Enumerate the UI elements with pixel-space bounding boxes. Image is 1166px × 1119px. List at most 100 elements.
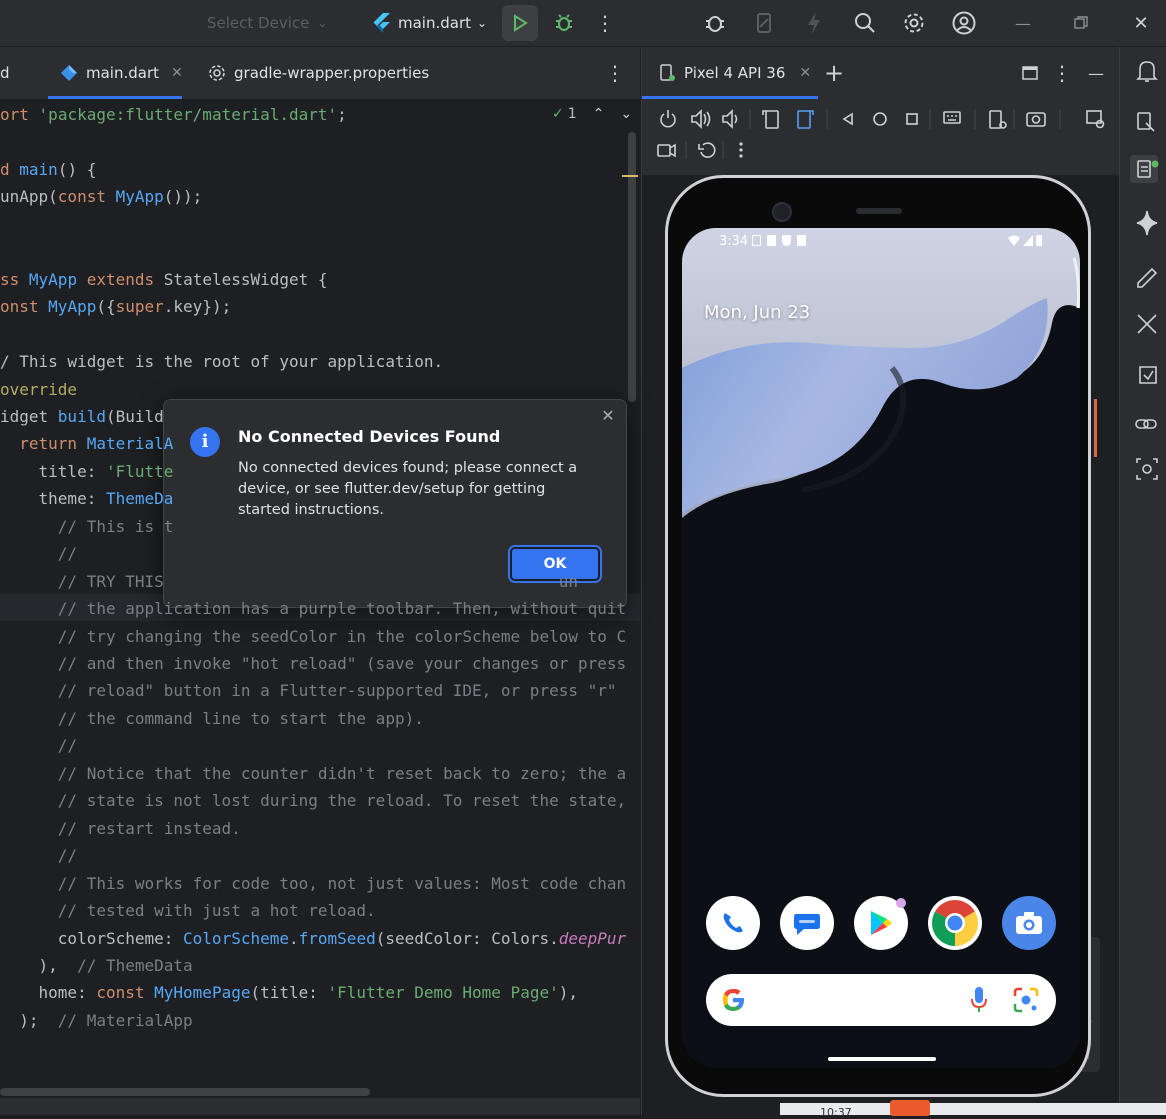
code-line: ); // MaterialApp <box>0 1010 193 1030</box>
device-file-button[interactable] <box>752 5 776 41</box>
hide-panel-button[interactable]: — <box>1084 55 1108 91</box>
reset-icon[interactable] <box>698 142 716 158</box>
tab-main-label: main.dart <box>86 64 160 82</box>
camera-icon <box>1016 912 1042 934</box>
gesture-nav-bar[interactable] <box>828 1057 936 1061</box>
panel-resize-handle[interactable] <box>1094 399 1097 457</box>
device-settings-icon[interactable] <box>989 110 1007 129</box>
panel-options-button[interactable]: ⋮ <box>1052 55 1072 91</box>
bug-icon <box>556 14 572 31</box>
close-tab-icon[interactable]: ✕ <box>799 65 811 81</box>
select-device-dropdown[interactable]: Select Device ⌄ <box>207 0 327 46</box>
edit-icon[interactable] <box>1137 267 1158 288</box>
code-line: ss MyApp extends StatelessWidget { <box>0 269 328 289</box>
code-line: onst MyApp({super.key}); <box>0 297 232 317</box>
close-dialog-button[interactable]: ✕ <box>598 406 618 426</box>
play-store-app-icon[interactable] <box>854 896 908 950</box>
account-button[interactable] <box>949 5 979 41</box>
link-icon[interactable] <box>1135 419 1157 429</box>
running-indicator-dot <box>1151 160 1159 168</box>
chrome-icon <box>932 900 978 946</box>
sim-icon <box>767 235 776 246</box>
code-line: idget build(Build <box>0 406 164 426</box>
run-config-dropdown[interactable]: main.dart ⌄ <box>372 0 487 46</box>
taskbar-app-icon[interactable] <box>890 1100 930 1116</box>
power-icon[interactable] <box>660 110 676 128</box>
phone-icon <box>723 913 743 933</box>
attach-debugger-button[interactable] <box>700 5 730 41</box>
scrollbar-horizontal[interactable] <box>0 1088 370 1096</box>
run-config-label: main.dart <box>398 14 472 32</box>
scrollbar-vertical[interactable] <box>628 132 636 402</box>
device-manager-icon[interactable] <box>1137 112 1155 132</box>
window-mode-button[interactable] <box>1018 55 1042 91</box>
chevron-down-icon: ⌄ <box>317 16 328 30</box>
app-inspection-icon[interactable] <box>1139 366 1157 384</box>
lens-icon[interactable] <box>1012 986 1040 1014</box>
overview-icon[interactable] <box>906 113 918 125</box>
add-device-button[interactable]: + <box>822 55 846 91</box>
tab-partial[interactable]: d <box>0 47 10 99</box>
notifications-icon[interactable] <box>1136 61 1158 82</box>
screen-search-icon[interactable] <box>1086 110 1105 129</box>
flutter-icon <box>373 13 390 33</box>
screenshot-icon <box>752 235 761 246</box>
microphone-icon[interactable] <box>970 986 988 1014</box>
inspection-widget[interactable]: ✓ 1 ⌃ ⌄ <box>552 106 632 122</box>
code-editor[interactable]: ✓ 1 ⌃ ⌄ ort 'package:flutter/material.da… <box>0 100 640 1115</box>
code-line: // restart instead. <box>57 818 241 838</box>
camera-app-icon[interactable] <box>1002 896 1056 950</box>
google-search-bar[interactable] <box>706 974 1056 1026</box>
restore-button[interactable] <box>1068 5 1094 41</box>
code-line: // <box>57 846 78 866</box>
tools-icon[interactable] <box>1137 314 1157 334</box>
code-line: ort 'package:flutter/material.dart'; <box>0 105 347 124</box>
messages-app-icon[interactable] <box>780 896 834 950</box>
chevron-up-icon[interactable]: ⌃ <box>593 106 605 122</box>
chrome-app-icon[interactable] <box>928 896 982 950</box>
device-screen[interactable]: 3:34 Mon, Jun 23 <box>682 228 1080 1068</box>
caret-marker <box>622 175 638 177</box>
settings-button[interactable] <box>899 5 929 41</box>
rotate-right-icon[interactable] <box>797 110 814 129</box>
active-tab-indicator <box>48 96 182 99</box>
chevron-down-icon[interactable]: ⌄ <box>620 106 632 122</box>
close-tab-icon[interactable]: ✕ <box>171 65 183 81</box>
tab-more-button[interactable]: ⋮ <box>605 55 625 91</box>
tab-main-dart[interactable]: main.dart ✕ <box>60 47 183 99</box>
inspection-count: 1 <box>567 106 577 122</box>
tab-pixel4[interactable]: Pixel 4 API 36 ✕ <box>658 47 811 99</box>
rotate-left-icon[interactable] <box>762 110 779 129</box>
camera-icon[interactable] <box>1026 112 1046 127</box>
volume-down-icon[interactable] <box>722 109 738 129</box>
run-button[interactable] <box>502 5 538 41</box>
more-icon[interactable] <box>739 142 743 158</box>
tab-gradle-wrapper[interactable]: gradle-wrapper.properties <box>208 47 429 99</box>
code-line: // reload" button in a Flutter-supported… <box>57 681 617 701</box>
layout-inspector-icon[interactable] <box>1136 458 1158 480</box>
debug-button[interactable] <box>548 5 580 41</box>
phone-app-icon[interactable] <box>706 896 760 950</box>
close-window-button[interactable]: ✕ <box>1128 5 1154 41</box>
signal-icon <box>1023 235 1033 246</box>
more-actions-button[interactable]: ⋮ <box>595 5 615 41</box>
device-frame: 3:34 Mon, Jun 23 <box>665 175 1091 1097</box>
gemini-icon[interactable] <box>1136 210 1158 236</box>
back-icon[interactable] <box>842 112 853 126</box>
code-line: // the command line to start the app). <box>57 708 424 728</box>
running-devices-icon[interactable] <box>1130 155 1158 183</box>
minimize-button[interactable]: — <box>1010 5 1036 41</box>
emulator-tab-label: Pixel 4 API 36 <box>684 64 786 82</box>
bug-settings-icon <box>706 16 724 32</box>
screen-record-icon[interactable] <box>657 143 676 158</box>
volume-up-icon[interactable] <box>691 109 711 129</box>
taskbar-clock: 10:37 <box>820 1106 852 1119</box>
keyboard-icon[interactable] <box>943 111 961 124</box>
home-icon[interactable] <box>873 112 887 126</box>
play-icon <box>514 14 528 32</box>
code-line: return MaterialA <box>19 434 174 454</box>
right-strip-icons <box>1130 61 1159 480</box>
hot-reload-button[interactable] <box>802 5 826 41</box>
search-button[interactable] <box>850 5 880 41</box>
status-time: 3:34 <box>719 234 749 249</box>
